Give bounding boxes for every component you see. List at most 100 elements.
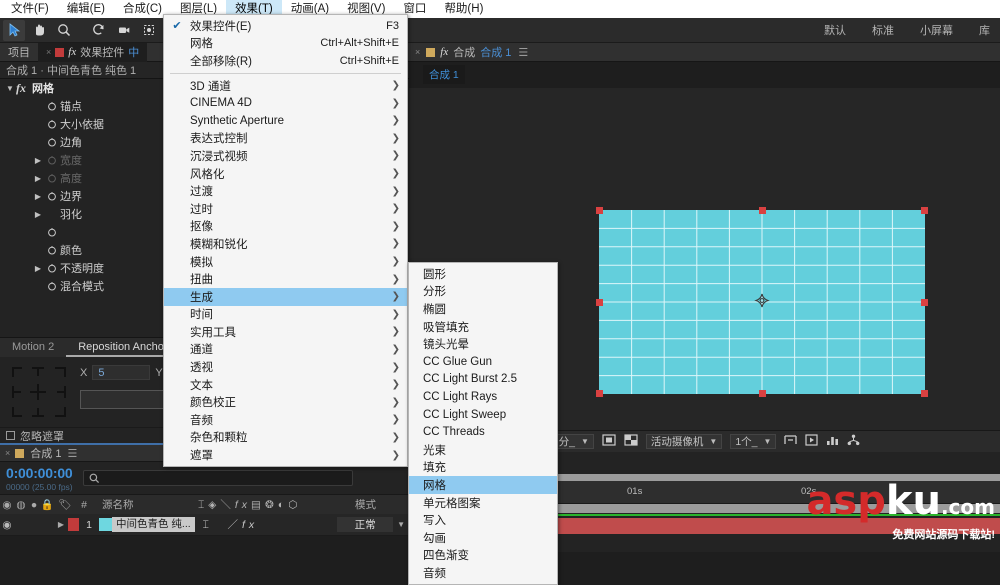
- menu-item-distort[interactable]: 扭曲 ❯: [164, 270, 407, 288]
- views-select[interactable]: 1个_ ▼: [730, 434, 777, 449]
- comp-tab-value[interactable]: 合成 1: [475, 44, 511, 60]
- comp-flowchart-icon[interactable]: [847, 434, 860, 449]
- menu-file[interactable]: 文件(F): [2, 0, 58, 18]
- stopwatch-icon[interactable]: [44, 191, 60, 201]
- submenu-item-write-on[interactable]: 写入: [409, 511, 557, 529]
- timeline-tab-label[interactable]: 合成 1: [24, 445, 67, 461]
- submenu-item-circle[interactable]: 圆形: [409, 265, 557, 283]
- lock-icon[interactable]: 🔒: [40, 498, 54, 511]
- ignore-mask-checkbox-icon[interactable]: [6, 431, 15, 440]
- pan-behind-tool-icon[interactable]: [138, 20, 160, 41]
- menu-item-grid[interactable]: 网格 Ctrl+Alt+Shift+E: [164, 35, 407, 53]
- camera-tool-icon[interactable]: [113, 20, 135, 41]
- selection-handle[interactable]: [759, 390, 766, 397]
- submenu-item-cc-glue-gun[interactable]: CC Glue Gun: [409, 353, 557, 371]
- selection-handle[interactable]: [921, 390, 928, 397]
- submenu-item-cc-light-rays[interactable]: CC Light Rays: [409, 388, 557, 406]
- submenu-item-grid[interactable]: 网格: [409, 476, 557, 494]
- menu-item-utility[interactable]: 实用工具 ❯: [164, 323, 407, 341]
- disclosure-triangle-icon[interactable]: ▶: [32, 264, 44, 273]
- timeline-panel-menu-icon[interactable]: ☰: [67, 447, 77, 460]
- tab-effect-controls[interactable]: × fx 效果控件 中: [38, 42, 148, 62]
- menu-item-text[interactable]: 文本 ❯: [164, 376, 407, 394]
- submenu-item-cc-threads[interactable]: CC Threads: [409, 423, 557, 441]
- selection-tool-icon[interactable]: [3, 19, 25, 41]
- generate-submenu-dropdown[interactable]: 圆形 分形 椭圆 吸管填充 镜头光晕 CC Glue Gun CC Light …: [408, 262, 558, 585]
- disclosure-triangle-icon[interactable]: ▶: [32, 156, 44, 165]
- current-timecode[interactable]: 0:00:00:00: [6, 465, 73, 481]
- stopwatch-icon[interactable]: [44, 119, 60, 129]
- layer-visibility-icon[interactable]: ◉: [0, 519, 14, 531]
- workspace-standard[interactable]: 标准: [872, 22, 894, 38]
- anchor-point-grid-icon[interactable]: [10, 365, 68, 419]
- menu-item-remove-all[interactable]: 全部移除(R) Ctrl+Shift+E: [164, 52, 407, 70]
- timeline-tab-close-icon[interactable]: ×: [0, 448, 15, 458]
- selection-handle[interactable]: [921, 299, 928, 306]
- selection-handle[interactable]: [596, 390, 603, 397]
- selection-handle[interactable]: [921, 207, 928, 214]
- hand-tool-icon[interactable]: [28, 20, 50, 41]
- menu-item-effect-controls[interactable]: ✔ 效果控件(E) F3: [164, 17, 407, 35]
- stopwatch-icon[interactable]: [44, 281, 60, 291]
- menu-item-3d-channel[interactable]: 3D 通道 ❯: [164, 77, 407, 95]
- disclosure-triangle-icon[interactable]: ▼: [4, 84, 16, 93]
- layer-switches[interactable]: ⌶ ／fx: [195, 517, 337, 532]
- menu-item-audio[interactable]: 音频 ❯: [164, 411, 407, 429]
- submenu-item-vegas[interactable]: 勾画: [409, 529, 557, 547]
- layer-label-color[interactable]: [68, 518, 79, 531]
- rotation-tool-icon[interactable]: [88, 20, 110, 41]
- stopwatch-icon[interactable]: [44, 173, 60, 183]
- x-input[interactable]: 5: [92, 365, 151, 380]
- pixel-aspect-icon[interactable]: [784, 434, 798, 449]
- menu-edit[interactable]: 编辑(E): [58, 0, 114, 18]
- solid-layer-stage[interactable]: [596, 207, 928, 397]
- stopwatch-icon[interactable]: [44, 137, 60, 147]
- audio-icon[interactable]: ◍: [14, 499, 28, 511]
- submenu-item-audio[interactable]: 音频: [409, 564, 557, 582]
- layer-blend-mode[interactable]: 正常: [337, 517, 394, 532]
- menu-item-cinema-4d[interactable]: CINEMA 4D ❯: [164, 94, 407, 112]
- menu-item-matte[interactable]: 遮罩 ❯: [164, 446, 407, 464]
- submenu-item-fractal[interactable]: 分形: [409, 283, 557, 301]
- stopwatch-icon[interactable]: [44, 101, 60, 111]
- menu-item-transition[interactable]: 过渡 ❯: [164, 182, 407, 200]
- menu-item-simulation[interactable]: 模拟 ❯: [164, 253, 407, 271]
- stopwatch-icon[interactable]: [44, 155, 60, 165]
- workspace-default[interactable]: 默认: [824, 22, 846, 38]
- submenu-item-4-color-gradient[interactable]: 四色渐变: [409, 547, 557, 565]
- submenu-item-cell-pattern[interactable]: 单元格图案: [409, 494, 557, 512]
- disclosure-triangle-icon[interactable]: ▶: [32, 192, 44, 201]
- stopwatch-icon[interactable]: [44, 227, 60, 237]
- solo-icon[interactable]: ●: [28, 499, 40, 511]
- submenu-item-eyedropper-fill[interactable]: 吸管填充: [409, 318, 557, 336]
- anchor-point-icon[interactable]: [754, 293, 770, 311]
- menu-item-keying[interactable]: 抠像 ❯: [164, 218, 407, 236]
- transparency-grid-icon[interactable]: [624, 434, 638, 449]
- menu-item-obsolete[interactable]: 过时 ❯: [164, 200, 407, 218]
- stopwatch-icon[interactable]: [44, 263, 60, 273]
- fast-preview-icon[interactable]: [805, 434, 819, 449]
- selection-handle[interactable]: [596, 207, 603, 214]
- menu-item-generate[interactable]: 生成 ❯: [164, 287, 407, 306]
- region-of-interest-icon[interactable]: [602, 434, 616, 449]
- selection-handle[interactable]: [596, 299, 603, 306]
- timeline-search-input[interactable]: [82, 470, 353, 486]
- table-row[interactable]: ◉ ▶ 1 中间色青色 纯... ⌶ ／fx 正常 ▼: [0, 514, 409, 536]
- comp-panel-menu-icon[interactable]: ☰: [511, 46, 528, 59]
- stopwatch-icon[interactable]: [44, 245, 60, 255]
- menu-help[interactable]: 帮助(H): [435, 0, 492, 18]
- menu-item-stylize[interactable]: 风格化 ❯: [164, 165, 407, 183]
- menu-item-immersive-video[interactable]: 沉浸式视频 ❯: [164, 147, 407, 165]
- comp-tab-close-icon[interactable]: ×: [409, 47, 426, 57]
- workspace-library[interactable]: 库: [979, 22, 990, 38]
- disclosure-triangle-icon[interactable]: ▶: [32, 210, 44, 219]
- tab-close-icon[interactable]: ×: [46, 47, 51, 57]
- chevron-down-icon[interactable]: ▼: [393, 520, 409, 529]
- layer-name[interactable]: 中间色青色 纯...: [112, 517, 195, 532]
- disclosure-triangle-icon[interactable]: ▶: [32, 174, 44, 183]
- effect-menu-dropdown[interactable]: ✔ 效果控件(E) F3 网格 Ctrl+Alt+Shift+E 全部移除(R)…: [163, 14, 408, 467]
- eye-icon[interactable]: ◉: [0, 499, 14, 511]
- workspace-small-screen[interactable]: 小屏幕: [920, 22, 953, 38]
- submenu-item-ellipse[interactable]: 椭圆: [409, 300, 557, 318]
- menu-item-noise-grain[interactable]: 杂色和颗粒 ❯: [164, 429, 407, 447]
